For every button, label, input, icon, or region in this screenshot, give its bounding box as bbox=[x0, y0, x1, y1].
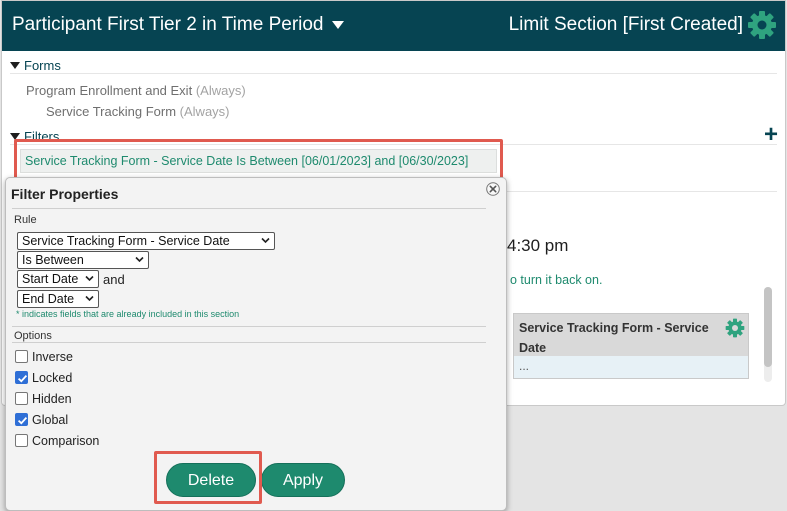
checkbox[interactable] bbox=[15, 413, 28, 426]
start-date-select[interactable]: Start Date bbox=[17, 270, 99, 288]
dialog-title: Filter Properties bbox=[11, 186, 119, 202]
divider bbox=[12, 342, 486, 343]
rule-operator-select[interactable]: Is Between bbox=[17, 251, 149, 269]
divider bbox=[12, 326, 486, 327]
form-item-note: (Always) bbox=[179, 104, 230, 119]
forms-heading: Forms bbox=[24, 58, 61, 73]
option-label: Locked bbox=[32, 371, 73, 385]
options-label: Options bbox=[14, 330, 52, 342]
form-item: Service Tracking Form (Always) bbox=[46, 104, 230, 119]
chevron-down-icon bbox=[135, 256, 144, 263]
check-icon bbox=[17, 416, 28, 425]
checkbox[interactable] bbox=[15, 350, 28, 363]
option-label: Inverse bbox=[32, 350, 73, 364]
select-value: End Date bbox=[22, 292, 75, 306]
option-global[interactable]: Global bbox=[15, 413, 68, 429]
forms-toggle[interactable]: Forms bbox=[10, 58, 61, 73]
chevron-down-icon bbox=[85, 295, 94, 302]
option-label: Comparison bbox=[32, 434, 100, 448]
option-locked[interactable]: Locked bbox=[15, 371, 72, 387]
option-label: Hidden bbox=[32, 392, 72, 406]
check-icon bbox=[17, 374, 28, 383]
gear-icon[interactable] bbox=[747, 10, 777, 40]
section-title-dropdown[interactable]: Participant First Tier 2 in Time Period bbox=[12, 14, 344, 36]
preview-column-header: Service Tracking Form - Service Date bbox=[514, 314, 748, 356]
option-hidden[interactable]: Hidden bbox=[15, 392, 72, 408]
delete-button-highlight bbox=[154, 451, 262, 504]
form-item-name: Program Enrollment and Exit bbox=[26, 83, 193, 98]
included-fields-note: * indicates fields that are already incl… bbox=[16, 309, 240, 319]
checkbox[interactable] bbox=[15, 371, 28, 384]
end-date-select[interactable]: End Date bbox=[17, 290, 99, 308]
form-item-name: Service Tracking Form bbox=[46, 104, 177, 119]
scrollbar-thumb[interactable] bbox=[764, 287, 772, 367]
checkbox[interactable] bbox=[15, 392, 28, 405]
select-value: Start Date bbox=[22, 272, 79, 286]
option-label: Global bbox=[32, 413, 69, 427]
scrollbar[interactable] bbox=[764, 287, 772, 382]
option-comparison[interactable]: Comparison bbox=[15, 434, 99, 450]
section-title: Participant First Tier 2 in Time Period bbox=[12, 14, 324, 35]
gear-icon[interactable] bbox=[725, 318, 745, 338]
caret-down-icon bbox=[331, 20, 344, 29]
chevron-down-icon bbox=[261, 237, 270, 244]
form-item-note: (Always) bbox=[195, 83, 246, 98]
and-label: and bbox=[103, 272, 125, 287]
preview-cell: ... bbox=[514, 356, 748, 378]
divider bbox=[12, 208, 486, 209]
turn-on-link[interactable]: o turn it back on. bbox=[510, 273, 602, 287]
preview-table: Service Tracking Form - Service Date ... bbox=[513, 313, 749, 379]
triangle-down-icon bbox=[10, 62, 20, 69]
checkbox[interactable] bbox=[15, 434, 28, 447]
limit-section-label: Limit Section [First Created] bbox=[508, 14, 743, 35]
divider bbox=[10, 73, 777, 74]
chevron-down-icon bbox=[85, 275, 94, 282]
section-header: Participant First Tier 2 in Time Period … bbox=[2, 1, 785, 51]
filter-chip-highlight bbox=[14, 139, 503, 181]
rule-label: Rule bbox=[14, 214, 37, 226]
rule-field-select[interactable]: Service Tracking Form - Service Date bbox=[17, 232, 275, 250]
form-item: Program Enrollment and Exit (Always) bbox=[26, 83, 246, 98]
select-value: Service Tracking Form - Service Date bbox=[22, 234, 230, 248]
select-value: Is Between bbox=[22, 253, 84, 267]
option-inverse[interactable]: Inverse bbox=[15, 350, 73, 366]
close-icon[interactable] bbox=[486, 182, 500, 196]
time-fragment: 4:30 pm bbox=[507, 236, 569, 255]
apply-button[interactable]: Apply bbox=[261, 463, 345, 497]
